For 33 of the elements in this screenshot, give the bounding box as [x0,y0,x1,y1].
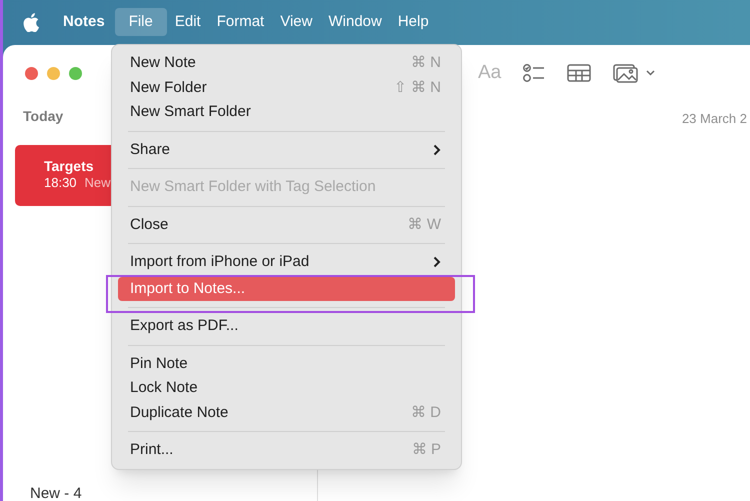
menu-bar-item[interactable]: View [272,8,320,36]
menu-item[interactable]: Export as PDF... [118,314,455,338]
menu-bar-item[interactable]: Help [390,8,437,36]
note-date: 23 March 2 [682,110,747,128]
shortcut: ⌘ P [412,440,441,460]
note-title: Targets [44,158,95,175]
apple-logo-icon[interactable] [23,12,39,32]
menu-item[interactable]: Print... ⌘ P [118,438,455,462]
menu-item[interactable]: New Folder ⇧ ⌘ N [118,76,455,100]
photo-icon[interactable] [613,63,658,83]
menu-item[interactable]: Lock Note [118,376,455,400]
shortcut: ⌘ W [408,214,441,234]
menu-item[interactable]: Import to Notes... [118,276,455,301]
note-list-item[interactable]: New - 4 [30,483,82,501]
close-window-button[interactable] [25,66,38,80]
menu-item[interactable]: Duplicate Note ⌘ D [118,400,455,425]
menu-item[interactable]: Pin Note [118,352,455,376]
menu-bar-item[interactable]: Format [208,8,272,36]
menu-bar-item[interactable]: Edit [166,8,209,36]
menu-item[interactable]: Import from iPhone or iPad [118,250,455,274]
note-preview: New [84,175,111,191]
shortcut: ⌘ N [411,53,441,73]
menu-bar-item[interactable]: Window [320,8,390,36]
section-header: Today [23,106,64,126]
checklist-icon[interactable] [523,63,546,83]
menu-item[interactable]: New Smart Folder [118,100,455,124]
app-menu[interactable]: Notes [61,10,107,34]
table-icon[interactable] [567,64,592,82]
menu-item[interactable]: New Note ⌘ N [118,51,455,76]
shortcut: ⇧ ⌘ N [394,78,441,98]
shortcut: ⌘ D [411,402,441,422]
note-time: 18:30 [44,175,77,191]
menu-item[interactable]: Close ⌘ W [118,212,455,237]
